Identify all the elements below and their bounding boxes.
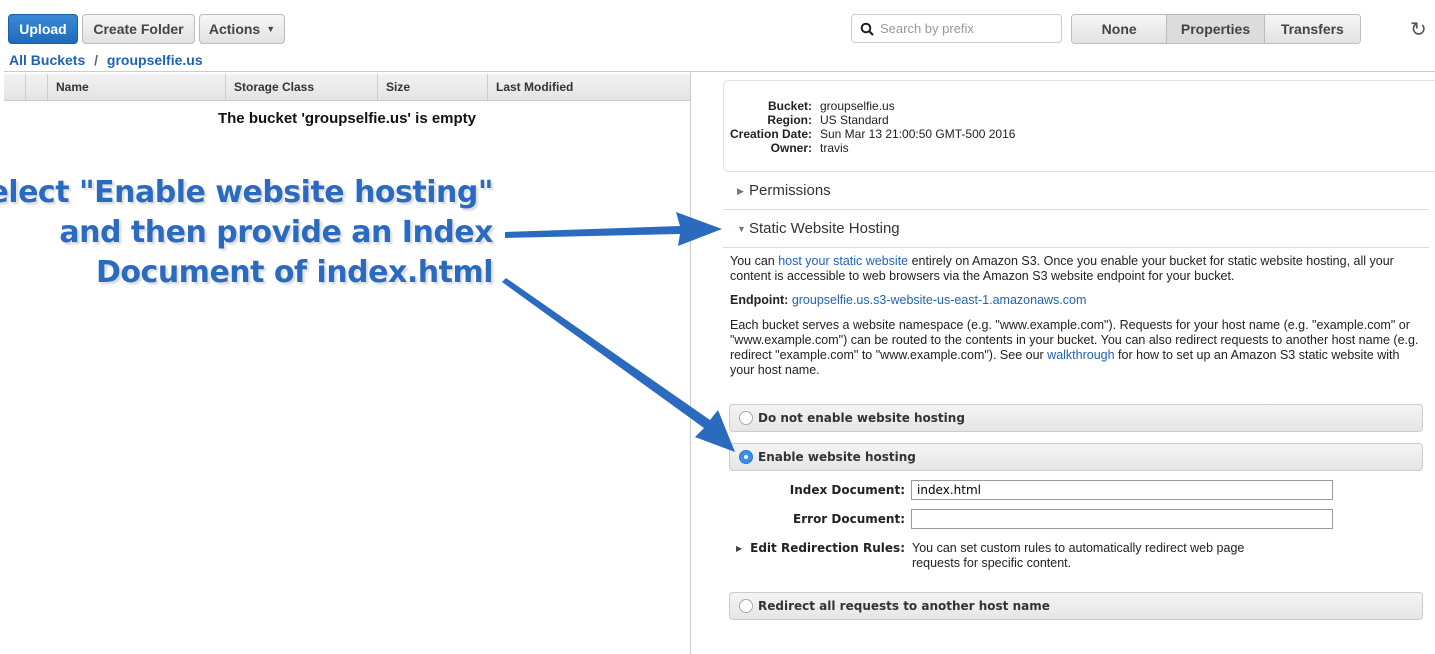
- arrow-to-enable-hosting: [502, 278, 735, 452]
- annotation-arrows: [502, 212, 735, 452]
- arrow-to-static-hosting: [505, 212, 722, 246]
